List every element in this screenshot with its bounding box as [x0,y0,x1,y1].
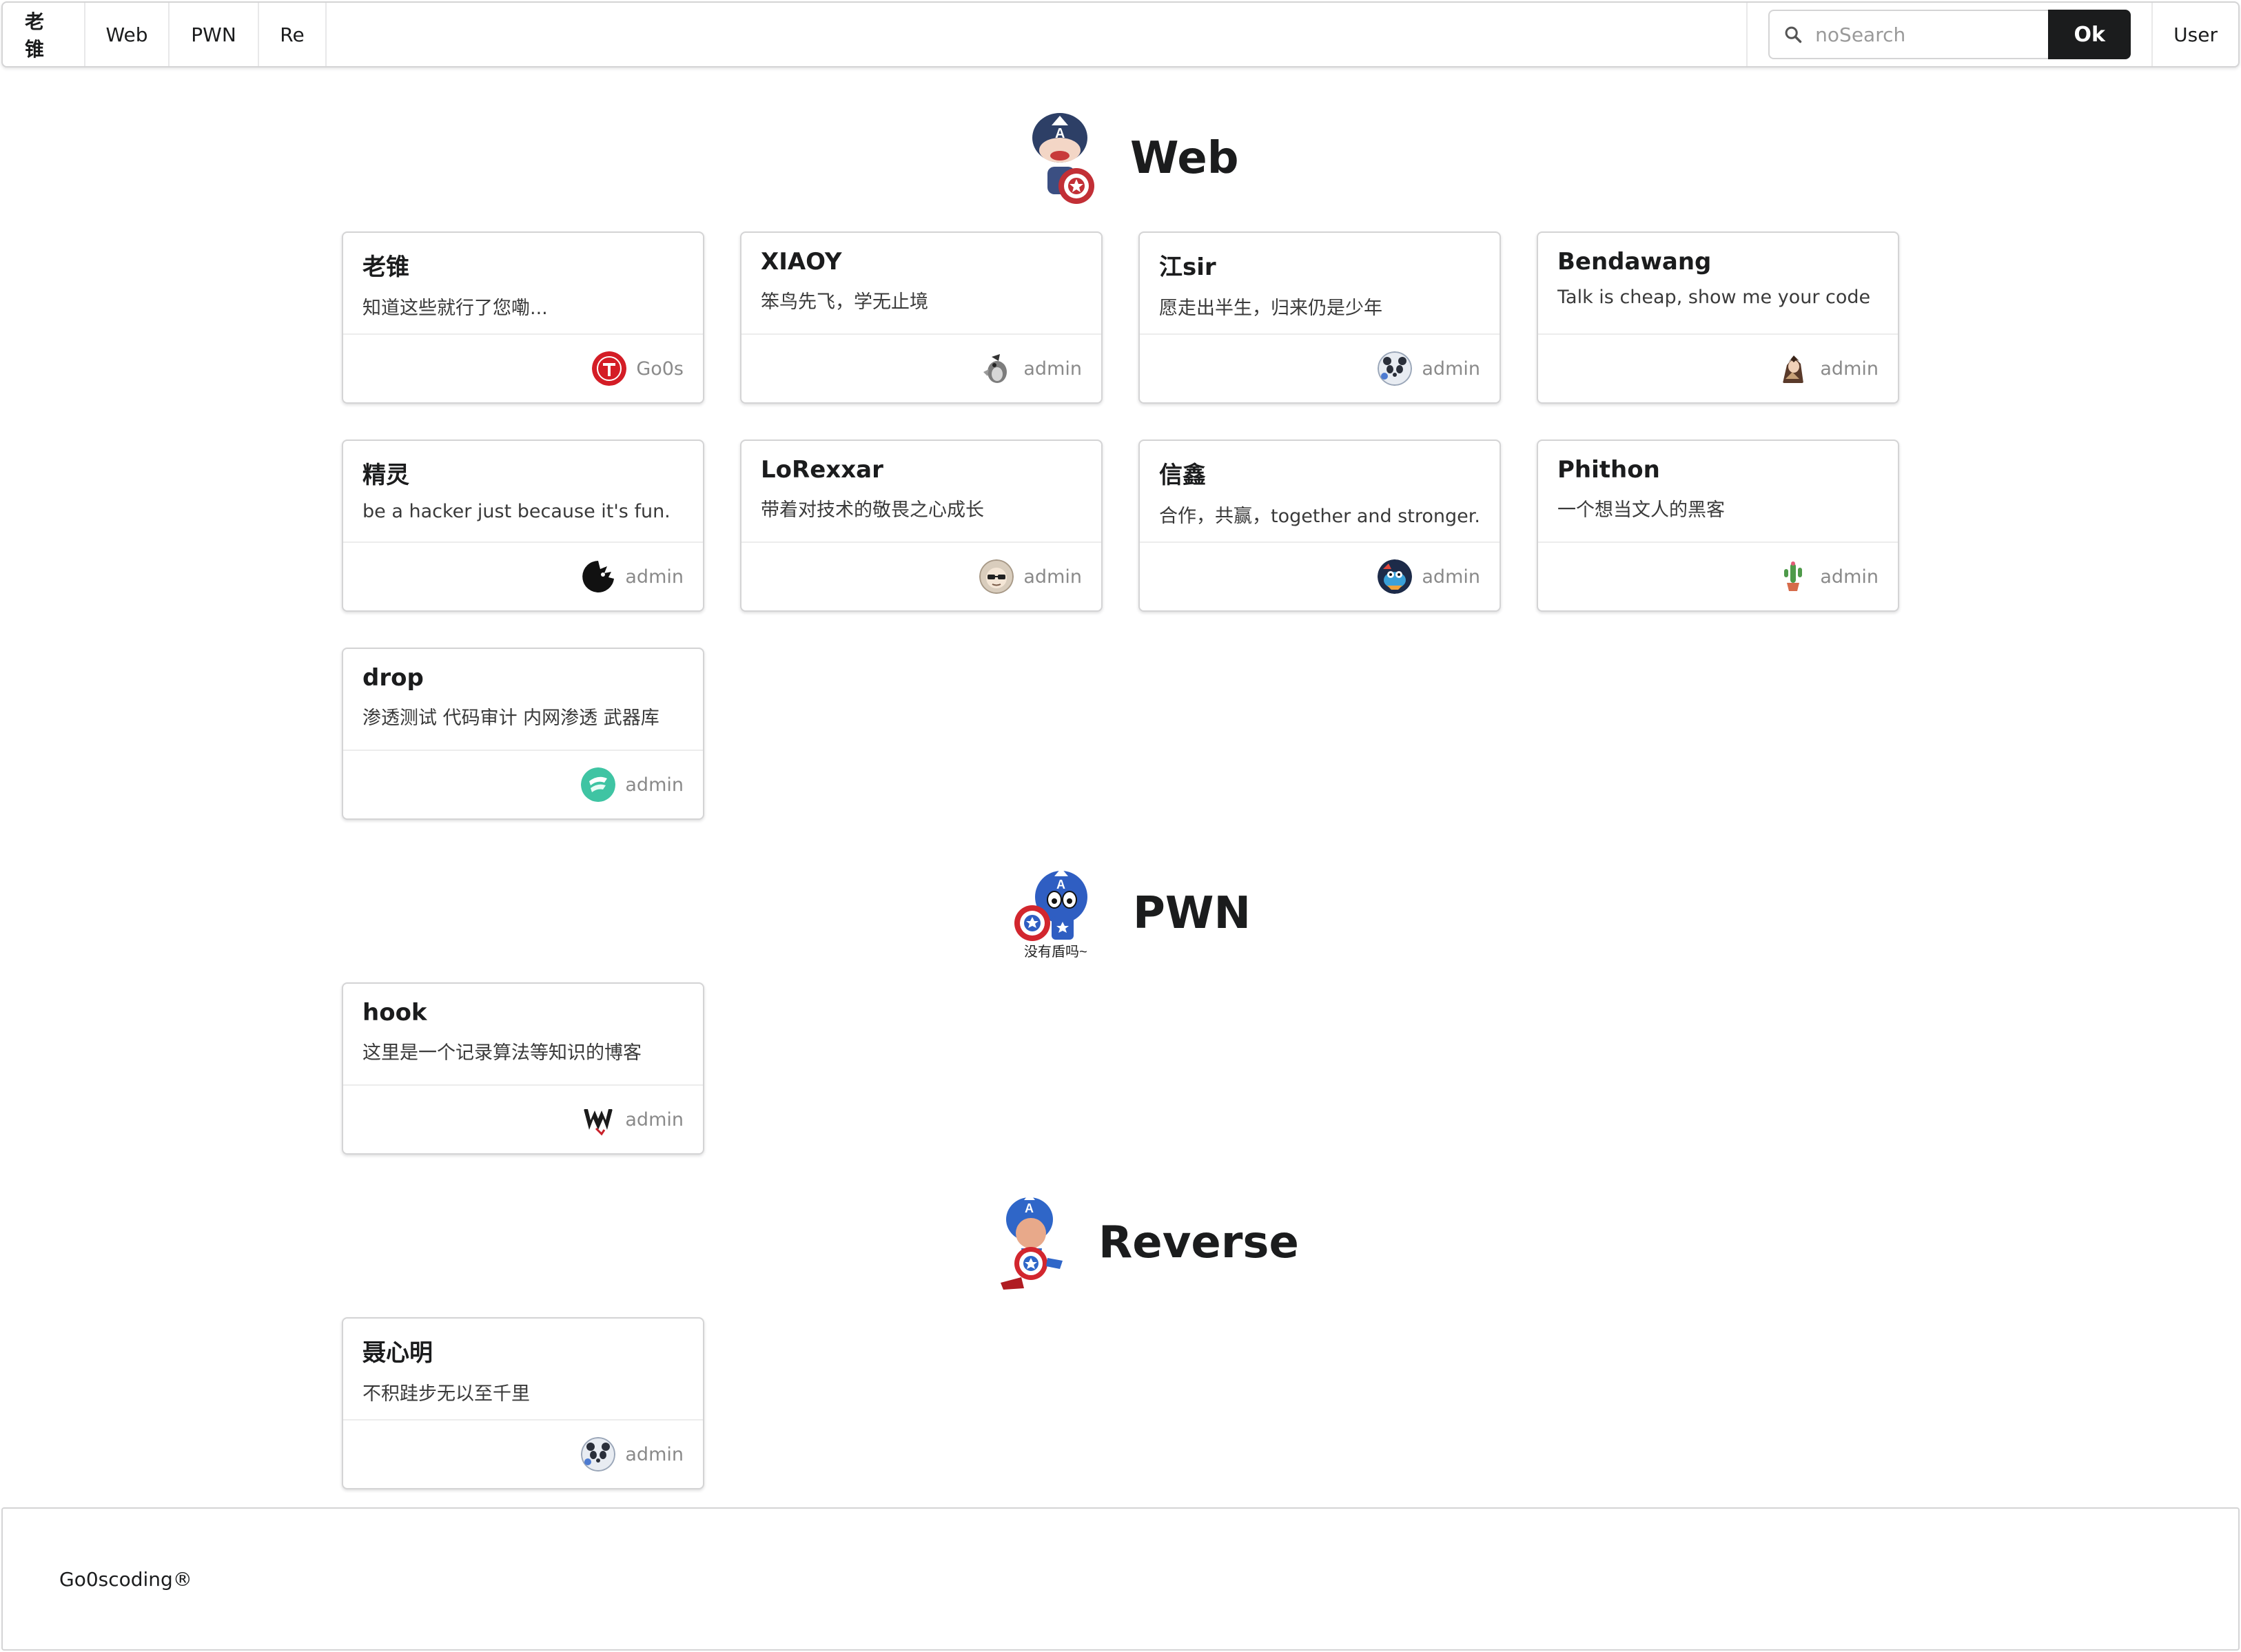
avatar-cactus-icon [1776,559,1811,594]
card-name: XIAOY [761,248,842,276]
search-box [1768,10,2049,59]
avatar-panda-icon [581,1437,616,1472]
nav-item-re[interactable]: Re [259,3,327,66]
blog-card[interactable]: 聂心明 不积跬步无以至千里 admin [342,1317,704,1489]
card-name: 精灵 [362,462,409,489]
card-desc: 这里是一个记录算法等知识的博客 [362,1042,642,1064]
card-desc: 愿走出半生，归来仍是少年 [1159,298,1382,319]
card-desc: 一个想当文人的黑客 [1557,499,1725,521]
avatar-sunglasses-face-icon [979,559,1014,594]
card-name: hook [362,999,427,1026]
card-name: 聂心明 [362,1339,433,1367]
avatar-penguin-icon [979,351,1014,386]
search-input[interactable] [1815,23,2023,46]
card-name: LoRexxar [761,456,883,484]
card-author: admin [625,774,684,796]
blog-card[interactable]: XIAOY 笨鸟先飞，学无止境 admin [740,231,1103,404]
section-title-reverse: Reverse [1098,1217,1299,1268]
nav-right-menu: Ok User [1746,3,2238,66]
blog-card[interactable]: hook 这里是一个记录算法等知识的博客 admin [342,982,704,1155]
card-author: admin [1820,566,1879,588]
section-title-web: Web [1130,133,1239,184]
blog-card[interactable]: 老锥 知道这些就行了您嘞... Go0s [342,231,704,404]
card-name: 信鑫 [1159,462,1206,489]
card-desc: 不积跬步无以至千里 [362,1383,530,1405]
card-name: drop [362,664,424,692]
footer-copyright: Go0scoding® [59,1568,192,1591]
captain-america-mascot-icon: A [1032,113,1094,204]
captain-america-shield-mascot-icon: A 没有盾吗~ [1014,868,1087,960]
card-desc: 合作，共赢，together and stronger. [1159,506,1480,527]
card-name: Phithon [1557,456,1660,484]
avatar-drop-logo-icon [581,767,616,802]
blog-card[interactable]: drop 渗透测试 代码审计 内网渗透 武器库 admin [342,648,704,820]
nav-item-pwn[interactable]: PWN [170,3,259,66]
footer: Go0scoding® [1,1507,2240,1651]
section-title-pwn: PWN [1133,888,1251,939]
card-desc: 知道这些就行了您嘞... [362,298,548,319]
card-author: admin [1422,566,1480,588]
captain-america-running-mascot-icon: A [1001,1195,1063,1290]
card-desc: 渗透测试 代码审计 内网渗透 武器库 [362,708,659,729]
top-menu: 老锥 Web PWN Re Ok User [1,1,2240,68]
card-author: admin [625,566,684,588]
blog-card[interactable]: Phithon 一个想当文人的黑客 admin [1537,440,1899,612]
svg-text:A: A [1025,1201,1034,1215]
blog-card[interactable]: Bendawang Talk is cheap, show me your co… [1537,231,1899,404]
search-icon [1785,26,1802,43]
avatar-panda-icon [1378,351,1413,386]
section-header-pwn: A 没有盾吗~ PWN [1012,865,1251,962]
card-author: Go0s [636,358,684,380]
section-header-reverse: A Reverse [994,1195,1299,1291]
card-desc: Talk is cheap, show me your code [1557,287,1871,308]
avatar-w-logo-icon [581,1102,616,1137]
user-menu[interactable]: User [2151,3,2238,66]
card-author: admin [625,1108,684,1130]
card-desc: 笨鸟先飞，学无止境 [761,291,928,313]
mascot-caption: 没有盾吗~ [1024,944,1087,960]
search-area: Ok [1746,3,2151,66]
svg-text:A: A [1056,878,1065,891]
avatar-colorful-character-icon [1378,559,1413,594]
card-name: 老锥 [362,254,409,281]
svg-text:A: A [1055,126,1065,141]
card-author: admin [1023,566,1082,588]
card-author: admin [625,1443,684,1465]
nav-brand[interactable]: 老锥 [3,3,85,66]
nav-item-web[interactable]: Web [85,3,170,66]
card-name: Bendawang [1557,248,1712,276]
blog-card[interactable]: 江sir 愿走出半生，归来仍是少年 admin [1138,231,1501,404]
card-author: admin [1023,358,1082,380]
avatar-anime-character-icon [1776,351,1811,386]
blog-card[interactable]: 精灵 be a hacker just because it's fun. ad… [342,440,704,612]
blog-card[interactable]: 信鑫 合作，共赢，together and stronger. admin [1138,440,1501,612]
avatar-black-dragon-icon [581,559,616,594]
card-author: admin [1422,358,1480,380]
card-author: admin [1820,358,1879,380]
card-desc: be a hacker just because it's fun. [362,501,671,522]
avatar-red-t-icon [592,351,627,386]
card-desc: 带着对技术的敬畏之心成长 [761,499,984,521]
search-ok-button[interactable]: Ok [2048,10,2131,59]
blog-card[interactable]: LoRexxar 带着对技术的敬畏之心成长 admin [740,440,1103,612]
section-header-web: A Web [1027,110,1239,207]
card-name: 江sir [1159,254,1216,281]
